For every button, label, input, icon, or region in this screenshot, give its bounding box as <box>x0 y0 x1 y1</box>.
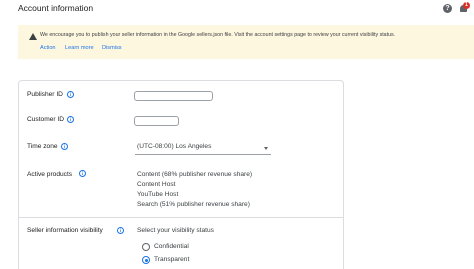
confidential-label[interactable]: Confidential <box>154 243 189 250</box>
product-item: Content (68% publisher revenue share) <box>137 171 253 178</box>
banner-learn-more-link[interactable]: Learn more <box>65 45 94 51</box>
time-zone-select[interactable]: (UTC-08:00) Los Angeles <box>137 143 211 150</box>
time-zone-label: Time zone <box>27 143 58 150</box>
warning-icon <box>29 33 37 40</box>
product-item: Search (51% publisher revenue share) <box>137 201 250 208</box>
banner-dismiss-link[interactable]: Dismiss <box>102 45 122 51</box>
active-products-label: Active products <box>27 171 73 178</box>
section-divider <box>19 217 343 218</box>
info-icon[interactable]: i <box>117 227 124 234</box>
info-icon[interactable]: i <box>67 116 74 123</box>
publisher-id-field[interactable] <box>134 91 213 101</box>
transparent-radio[interactable] <box>142 256 150 264</box>
confidential-radio[interactable] <box>142 243 150 251</box>
publisher-id-label: Publisher ID <box>27 91 63 98</box>
product-item: YouTube Host <box>137 191 179 198</box>
customer-id-label: Customer ID <box>27 116 65 123</box>
banner-action-link[interactable]: Action <box>40 45 56 51</box>
help-icon[interactable]: ? <box>443 4 452 13</box>
transparent-label[interactable]: Transparent <box>154 256 189 263</box>
info-icon[interactable]: i <box>61 143 68 150</box>
seller-visibility-label: Seller information visibility <box>27 227 103 234</box>
sellers-json-banner: We encourage you to publish your seller … <box>18 25 474 59</box>
info-icon[interactable]: i <box>67 91 74 98</box>
account-info-card: Publisher ID i Customer ID i Time zone i… <box>18 80 344 269</box>
chevron-down-icon[interactable] <box>264 147 268 150</box>
notification-badge: 1 <box>463 2 470 9</box>
time-zone-underline <box>135 154 271 155</box>
notifications-button[interactable]: 1 <box>459 2 470 14</box>
info-icon[interactable]: i <box>79 170 86 177</box>
customer-id-field[interactable] <box>134 116 179 126</box>
visibility-prompt: Select your visibility status <box>137 227 214 234</box>
page-title: Account information <box>18 3 94 13</box>
banner-message: We encourage you to publish your seller … <box>40 32 396 38</box>
product-item: Content Host <box>137 181 176 188</box>
